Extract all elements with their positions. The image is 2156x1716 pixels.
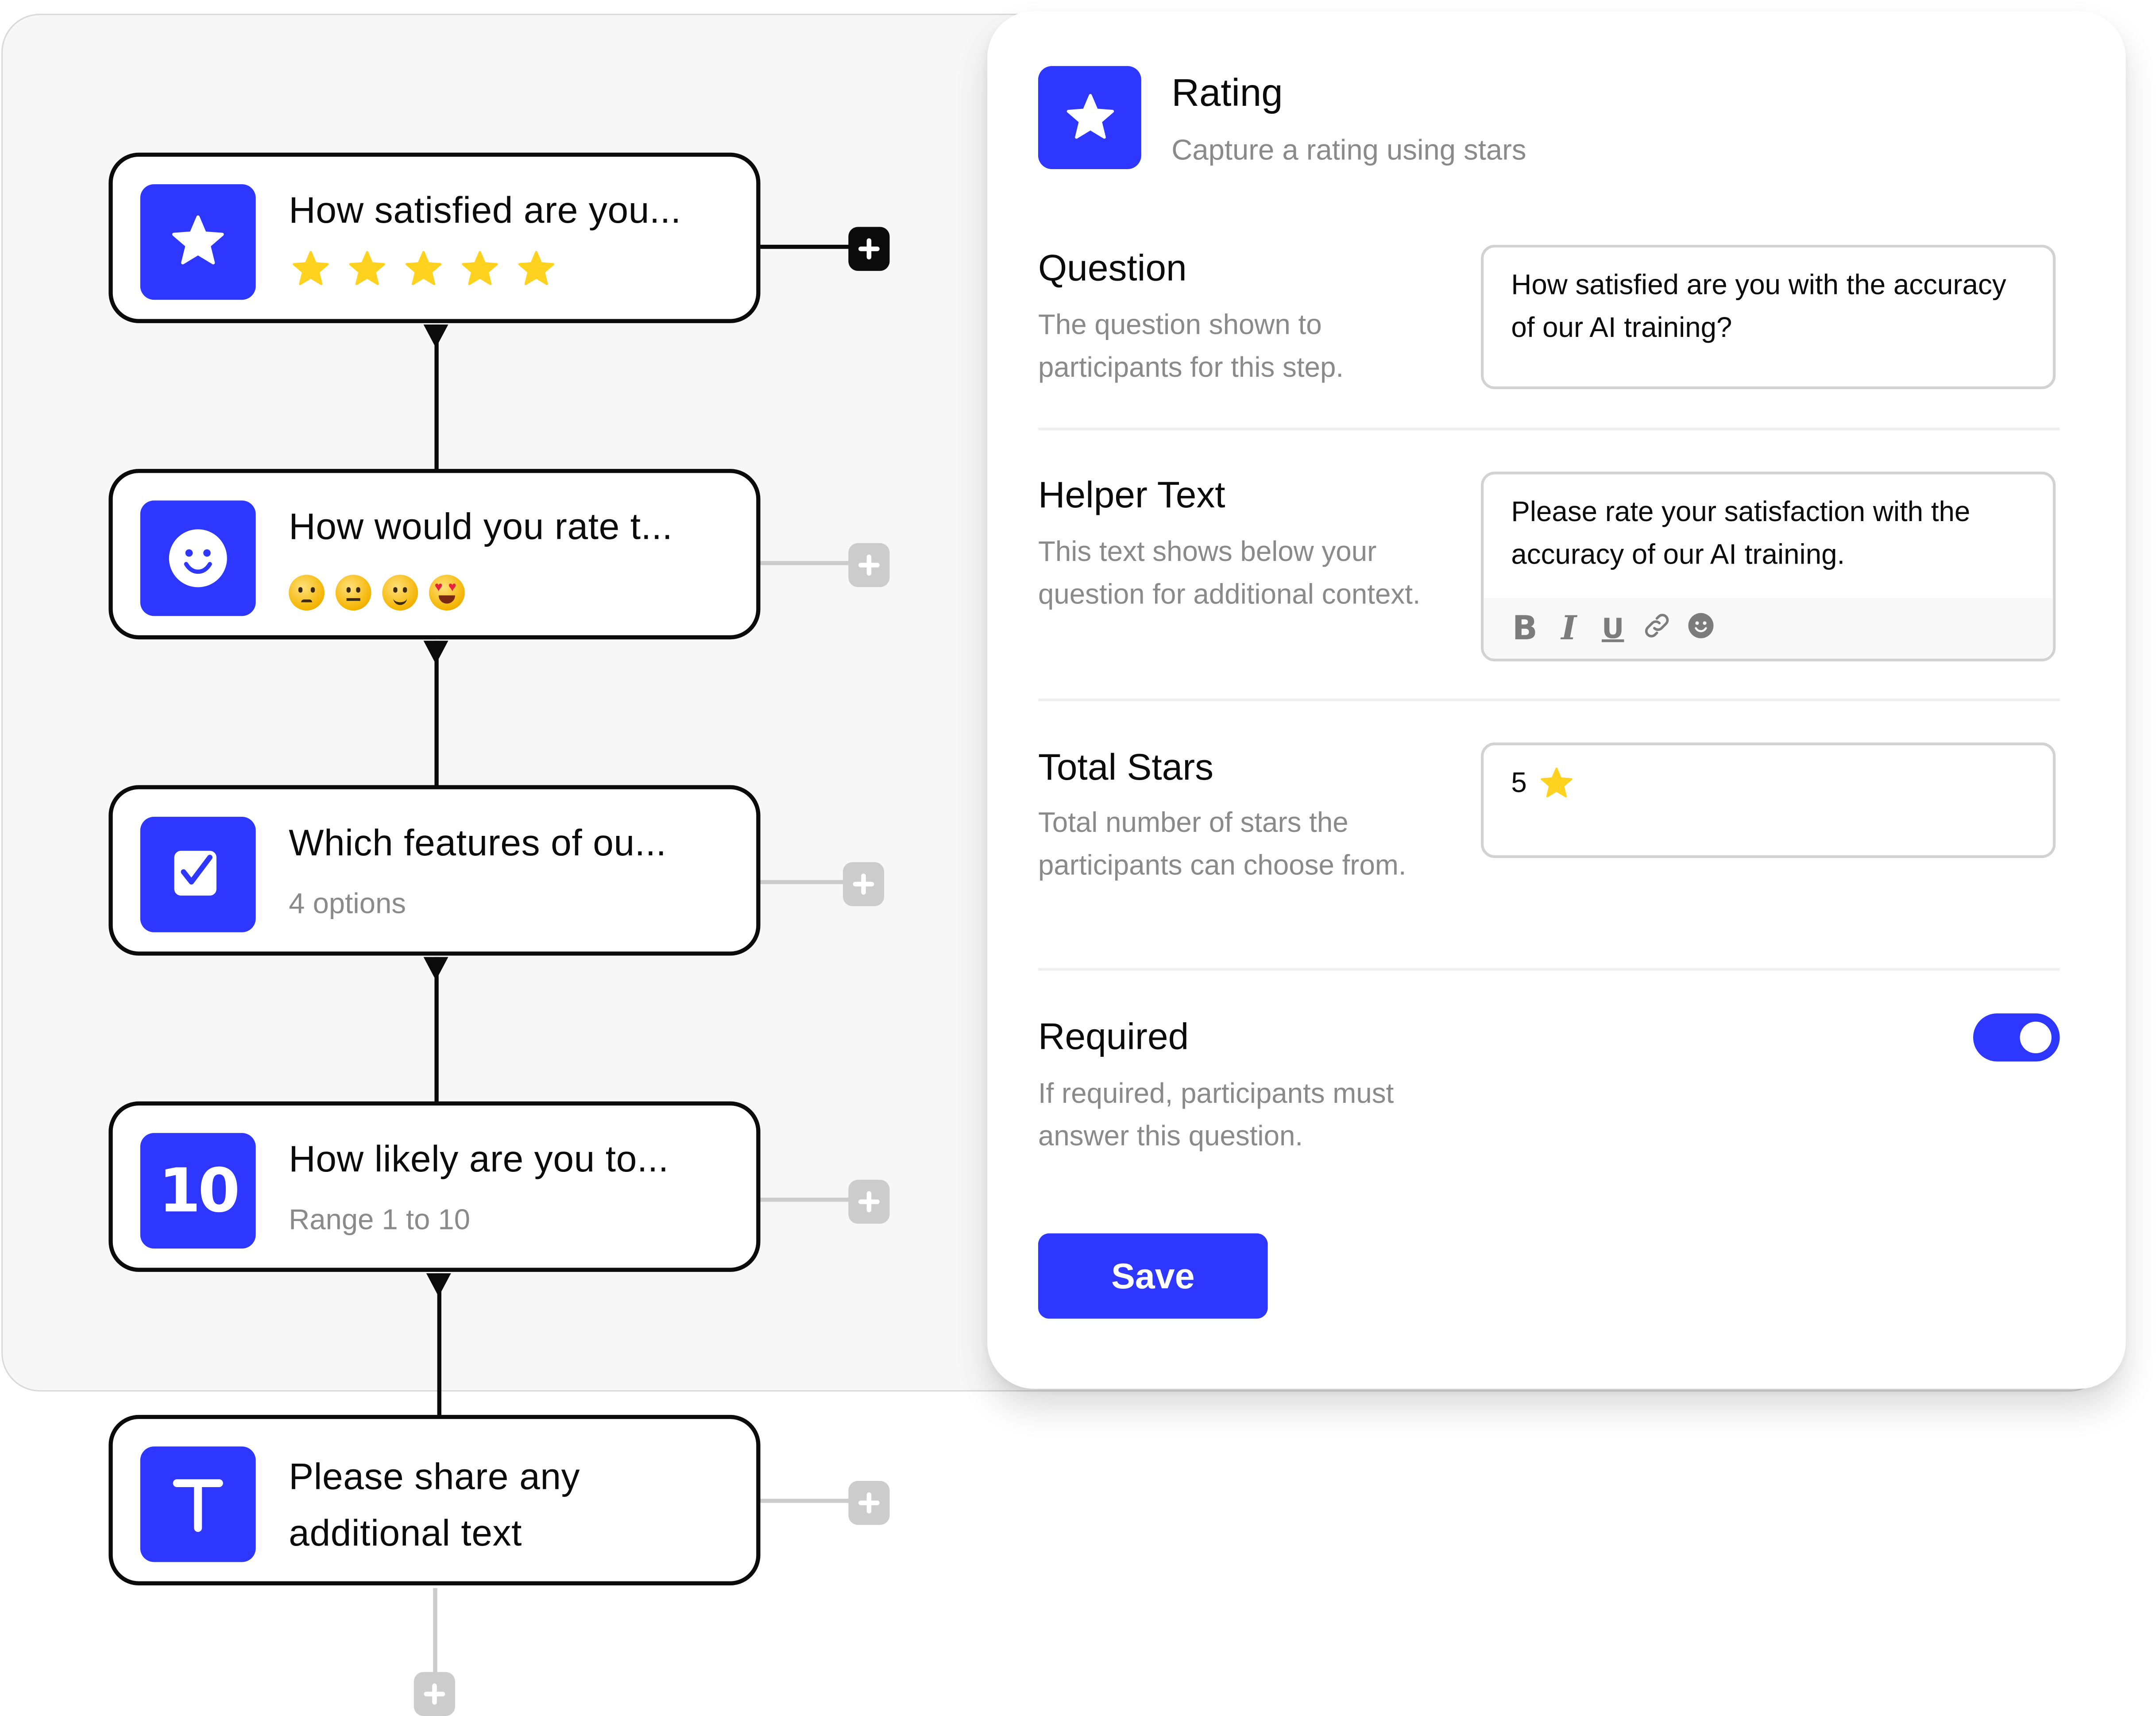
plus-icon xyxy=(858,554,880,576)
section-divider xyxy=(1038,427,2060,431)
branch-line xyxy=(760,561,851,565)
link-button[interactable] xyxy=(1640,611,1673,646)
star-icon xyxy=(293,251,329,285)
heart-eyes-emoji-icon: ♥ ♥ xyxy=(429,575,465,611)
section-divider xyxy=(1038,698,2060,701)
node-title: Which features of ou... xyxy=(289,822,667,864)
connector-arrow xyxy=(423,957,448,981)
smiley-icon xyxy=(169,529,227,587)
branch-line xyxy=(760,1499,851,1503)
total-stars-description: Total number of stars the participants c… xyxy=(1038,807,1406,881)
node-icon-box xyxy=(140,184,256,300)
question-input[interactable]: How satisfied are you with the accuracy … xyxy=(1481,244,2056,389)
number-ten-icon: 10 xyxy=(158,1156,240,1226)
add-branch-button[interactable] xyxy=(848,227,890,271)
branch-line xyxy=(760,244,851,249)
panel-title: Rating xyxy=(1171,71,1283,114)
plus-icon xyxy=(853,873,874,895)
node-icon-box: 10 xyxy=(140,1133,256,1249)
flow-node-multiple-choice[interactable]: Which features of ou... 4 options xyxy=(108,785,761,956)
required-label: Required xyxy=(1038,1016,1189,1058)
star-icon xyxy=(518,251,554,285)
question-input-value: How satisfied are you with the accuracy … xyxy=(1511,269,2006,344)
step-settings-panel: Rating Capture a rating using stars Ques… xyxy=(987,11,2126,1389)
branch-line xyxy=(760,1198,851,1202)
node-subtitle: Range 1 to 10 xyxy=(289,1204,471,1237)
slight-smile-emoji-icon xyxy=(382,575,418,611)
italic-button[interactable]: I xyxy=(1553,611,1586,645)
add-branch-button[interactable] xyxy=(842,862,885,906)
emoji-icon xyxy=(1688,613,1714,638)
branch-line xyxy=(760,880,846,885)
node-icon-box xyxy=(140,816,256,932)
flow-node-text[interactable]: Please share any additional text xyxy=(108,1415,761,1585)
star-icon xyxy=(1066,93,1113,138)
angry-emoji-icon xyxy=(289,575,325,611)
emoji-button[interactable] xyxy=(1685,611,1718,646)
star-preview xyxy=(289,247,558,291)
flow-node-rating[interactable]: How satisfied are you... xyxy=(108,152,761,323)
section-divider xyxy=(1038,968,2060,971)
save-button[interactable]: Save xyxy=(1038,1233,1268,1319)
question-description: The question shown to participants for t… xyxy=(1038,309,1344,384)
helper-text-value: Please rate your satisfaction with the a… xyxy=(1511,496,1971,571)
neutral-emoji-icon xyxy=(335,575,371,611)
connector-line-pending xyxy=(433,1588,437,1679)
plus-icon xyxy=(424,1683,445,1705)
required-toggle[interactable] xyxy=(1973,1013,2060,1062)
connector-arrow xyxy=(423,324,448,348)
plus-icon xyxy=(858,1492,880,1514)
add-branch-button[interactable] xyxy=(848,543,890,587)
helper-text-description: This text shows below your question for … xyxy=(1038,536,1421,611)
helper-text-editor[interactable]: Please rate your satisfaction with the a… xyxy=(1481,472,2056,661)
link-icon xyxy=(1645,614,1669,638)
node-title: Please share any additional text xyxy=(289,1456,580,1554)
total-stars-value-row: 5 xyxy=(1511,762,2025,804)
underline-button[interactable]: U xyxy=(1596,612,1630,645)
node-icon-box xyxy=(140,1446,256,1562)
total-stars-value: 5 xyxy=(1511,767,1527,799)
star-icon xyxy=(462,251,498,285)
node-title: How satisfied are you... xyxy=(289,189,681,231)
plus-icon xyxy=(858,238,880,260)
node-title: How likely are you to... xyxy=(289,1138,669,1180)
add-branch-button[interactable] xyxy=(848,1179,890,1224)
star-icon xyxy=(406,251,442,285)
panel-subtitle: Capture a rating using stars xyxy=(1171,135,1526,166)
star-icon xyxy=(1541,767,1573,797)
panel-type-icon-box xyxy=(1038,66,1141,170)
emoji-preview: ♥ ♥ xyxy=(289,575,465,611)
total-stars-label: Total Stars xyxy=(1038,746,1214,788)
formatting-toolbar: B I U xyxy=(1484,598,2053,659)
text-t-icon xyxy=(173,1479,223,1532)
node-subtitle: 4 options xyxy=(289,888,406,920)
helper-text-label: Helper Text xyxy=(1038,474,1225,516)
required-description: If required, participants must answer th… xyxy=(1038,1078,1394,1152)
bold-button[interactable]: B xyxy=(1508,612,1542,645)
flow-node-scale[interactable]: 10 How likely are you to... Range 1 to 1… xyxy=(108,1101,761,1272)
flow-node-emoji-scale[interactable]: How would you rate t... ♥ ♥ xyxy=(108,469,761,640)
app-stage: How satisfied are you... How would you r… xyxy=(0,0,2156,1716)
connector-arrow xyxy=(423,641,448,665)
total-stars-input[interactable]: 5 xyxy=(1481,742,2056,858)
node-icon-box xyxy=(140,500,256,616)
star-icon xyxy=(172,215,224,265)
star-icon xyxy=(349,251,385,285)
add-step-button[interactable] xyxy=(413,1672,456,1716)
checkbox-icon xyxy=(174,850,216,896)
node-title: How would you rate t... xyxy=(289,506,673,548)
plus-icon xyxy=(858,1191,880,1213)
connector-arrow xyxy=(426,1273,451,1297)
question-label: Question xyxy=(1038,247,1187,289)
toggle-knob xyxy=(2020,1021,2052,1054)
add-branch-button[interactable] xyxy=(848,1480,890,1525)
